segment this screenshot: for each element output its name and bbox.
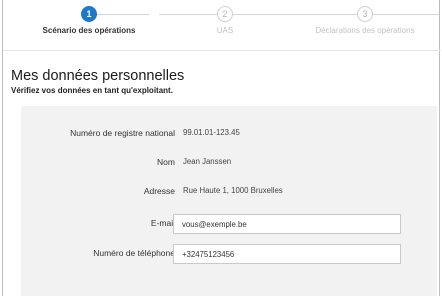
address-label: Adresse [143, 186, 175, 196]
national-register-label: Numéro de registre national [70, 128, 175, 138]
step-2[interactable]: 2 UAS [155, 6, 295, 35]
step-1-label: Scénario des opérations [42, 26, 136, 35]
app-frame: 1 Scénario des opérations 2 UAS 3 Déclar… [2, 0, 441, 296]
page-title: Mes données personnelles [11, 68, 185, 84]
name-value: Jean Janssen [183, 157, 232, 166]
phone-field[interactable] [173, 244, 401, 264]
national-register-value: 99.01.01-123.45 [183, 128, 240, 137]
step-1[interactable]: 1 Scénario des opérations [19, 6, 159, 35]
name-label: Nom [157, 157, 175, 167]
step-3-number: 3 [357, 6, 373, 22]
step-1-number: 1 [81, 6, 97, 22]
progress-stepper: 1 Scénario des opérations 2 UAS 3 Déclar… [3, 0, 441, 52]
step-3-label: Déclarations des opérations [315, 26, 415, 35]
personal-data-panel: Numéro de registre national 99.01.01-123… [21, 106, 437, 296]
row-national-register: Numéro de registre national 99.01.01-123… [21, 124, 437, 144]
row-name: Nom Jean Janssen [21, 153, 437, 173]
phone-label: Numéro de téléphone [93, 248, 175, 258]
step-2-number: 2 [217, 6, 233, 22]
row-phone: Numéro de téléphone [21, 244, 437, 264]
stepper-divider [3, 50, 441, 51]
row-email: E-mail [21, 214, 437, 234]
step-3[interactable]: 3 Déclarations des opérations [295, 6, 435, 35]
step-2-label: UAS [216, 26, 234, 35]
page-subtitle: Vérifiez vos données en tant qu'exploita… [11, 86, 173, 95]
email-label: E-mail [150, 218, 175, 228]
row-address: Adresse Rue Haute 1, 1000 Bruxelles [21, 182, 437, 202]
address-value: Rue Haute 1, 1000 Bruxelles [183, 186, 283, 195]
email-field[interactable] [173, 214, 401, 234]
